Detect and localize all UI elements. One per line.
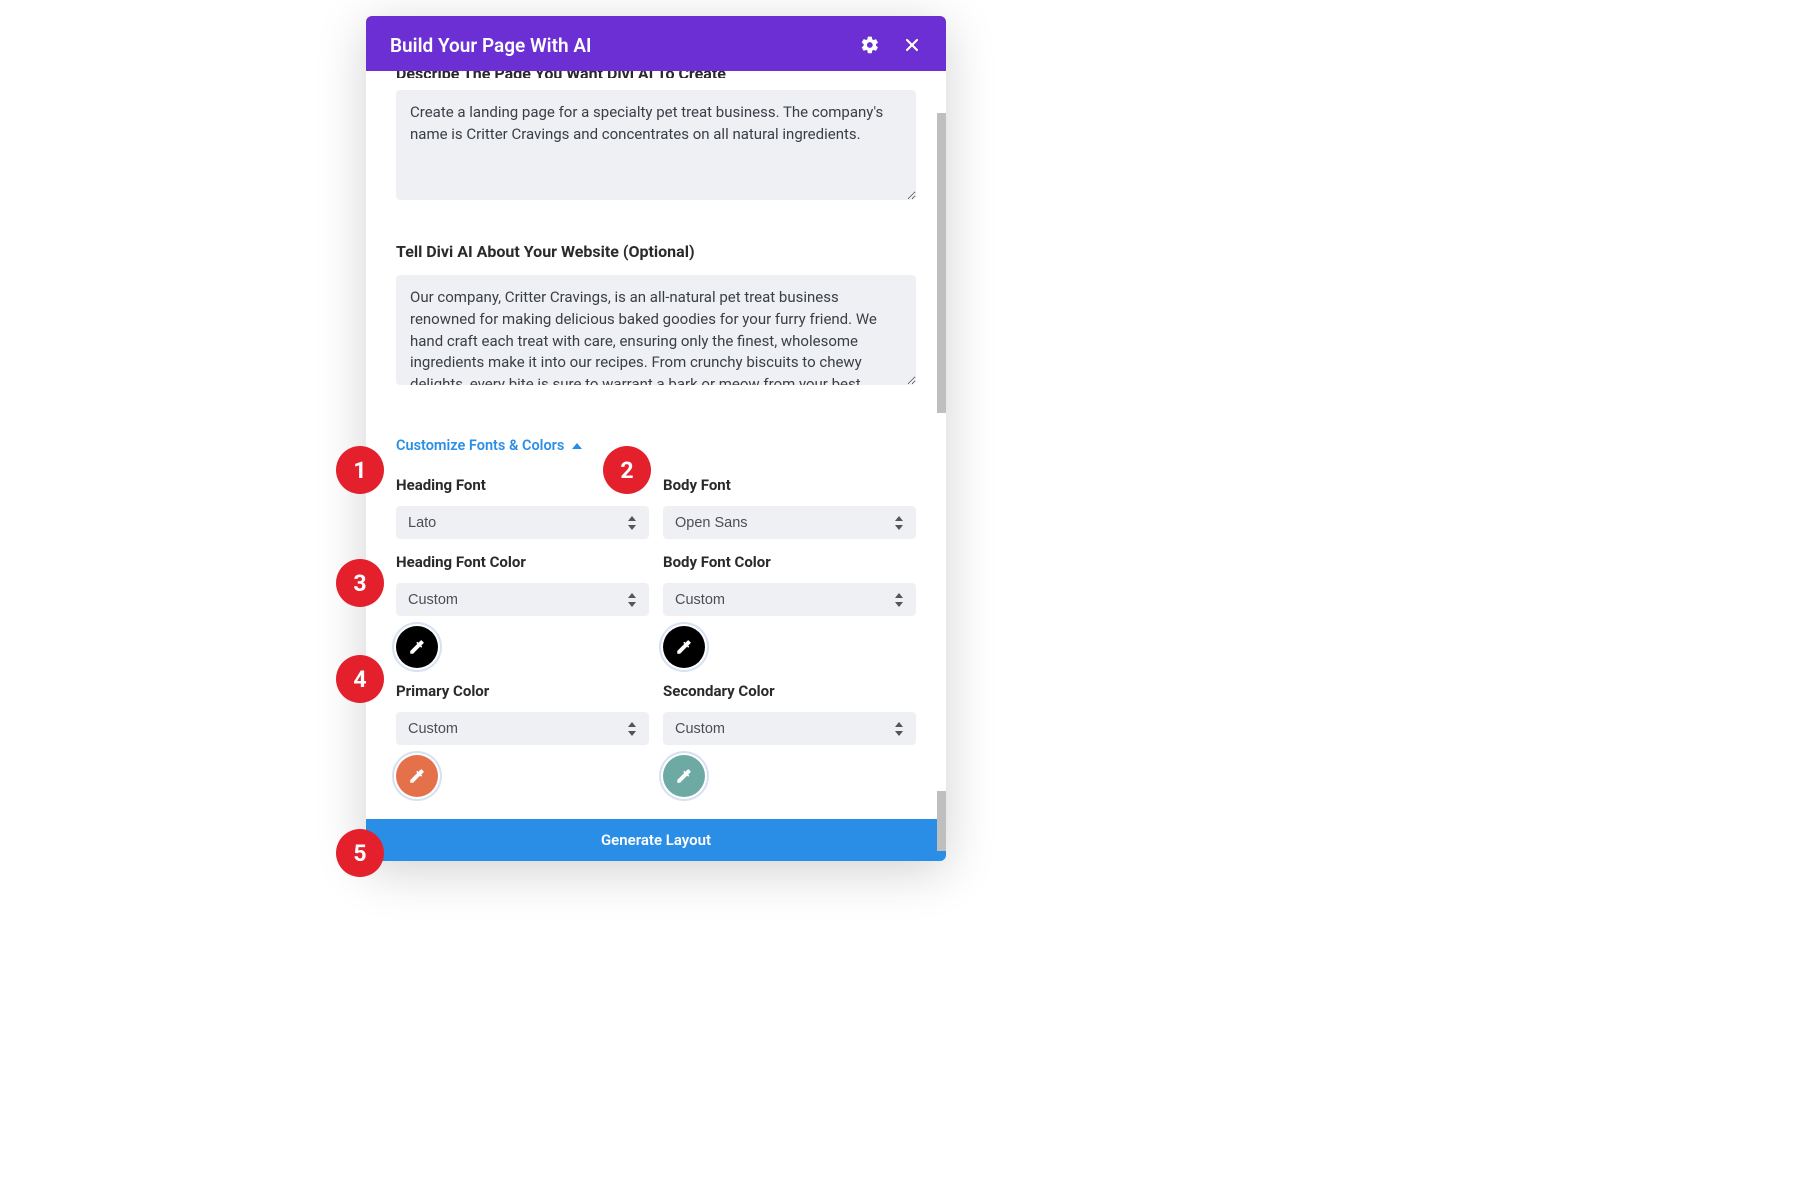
gear-icon[interactable]: [860, 35, 880, 55]
primary-color-label: Primary Color: [396, 682, 649, 700]
eyedropper-icon: [675, 767, 693, 785]
heading-font-color-select[interactable]: [396, 583, 649, 616]
modal-body-wrap: Describe The Page You Want Divi AI To Cr…: [366, 71, 946, 861]
fonts-colors-grid: Heading Font Body Font: [396, 476, 916, 797]
chevron-up-icon: [572, 443, 582, 449]
primary-color-select[interactable]: [396, 712, 649, 745]
secondary-color-swatch[interactable]: [663, 755, 705, 797]
primary-color-swatch[interactable]: [396, 755, 438, 797]
body-font-field: Body Font: [663, 476, 916, 539]
heading-font-color-swatch[interactable]: [396, 626, 438, 668]
body-font-color-label: Body Font Color: [663, 553, 916, 571]
customize-toggle[interactable]: Customize Fonts & Colors: [396, 437, 916, 454]
annotation-badge-3: 3: [336, 559, 384, 607]
heading-font-select[interactable]: [396, 506, 649, 539]
primary-color-field: Primary Color: [396, 682, 649, 797]
describe-label: Describe The Page You Want Divi AI To Cr…: [396, 71, 916, 78]
body-font-select[interactable]: [663, 506, 916, 539]
close-icon[interactable]: [902, 35, 922, 55]
body-font-color-field: Body Font Color: [663, 553, 916, 668]
modal-title: Build Your Page With AI: [390, 34, 838, 57]
secondary-color-select[interactable]: [663, 712, 916, 745]
tell-about-label: Tell Divi AI About Your Website (Optiona…: [396, 242, 916, 261]
modal-body: Describe The Page You Want Divi AI To Cr…: [366, 71, 946, 819]
eyedropper-icon: [675, 638, 693, 656]
secondary-color-field: Secondary Color: [663, 682, 916, 797]
customize-label: Customize Fonts & Colors: [396, 437, 564, 454]
heading-font-color-field: Heading Font Color: [396, 553, 649, 668]
body-font-label: Body Font: [663, 476, 916, 494]
scrollbar[interactable]: [937, 113, 946, 413]
body-font-color-swatch[interactable]: [663, 626, 705, 668]
eyedropper-icon: [408, 767, 426, 785]
annotation-badge-4: 4: [336, 655, 384, 703]
annotation-badge-1: 1: [336, 446, 384, 494]
secondary-color-label: Secondary Color: [663, 682, 916, 700]
annotation-badge-2: 2: [603, 446, 651, 494]
annotation-badge-5: 5: [336, 829, 384, 877]
tell-about-textarea[interactable]: [396, 275, 916, 385]
generate-layout-button[interactable]: Generate Layout: [366, 819, 946, 861]
ai-builder-modal: Build Your Page With AI Describe The Pag…: [366, 16, 946, 861]
describe-textarea[interactable]: [396, 90, 916, 200]
eyedropper-icon: [408, 638, 426, 656]
heading-font-color-label: Heading Font Color: [396, 553, 649, 571]
modal-header: Build Your Page With AI: [366, 16, 946, 74]
body-font-color-select[interactable]: [663, 583, 916, 616]
scrollbar[interactable]: [937, 791, 946, 851]
